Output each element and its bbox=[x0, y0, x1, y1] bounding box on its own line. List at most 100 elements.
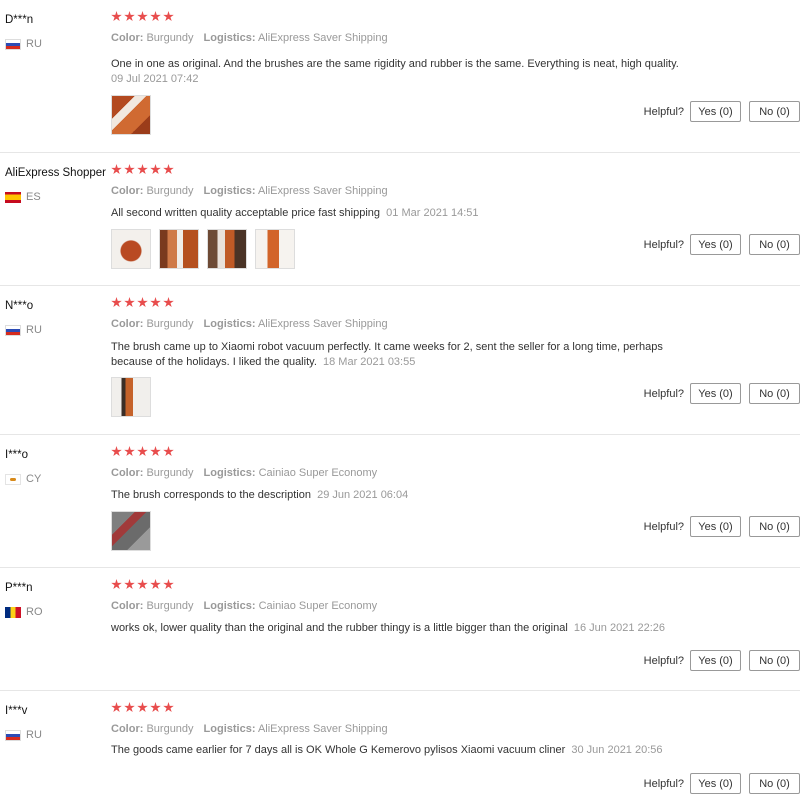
helpful-vote: Helpful? Yes (0) No (0) bbox=[644, 773, 800, 794]
review-sku-info: Color: Burgundy Logistics: AliExpress Sav… bbox=[111, 185, 388, 197]
review-sku-info: Color: Burgundy Logistics: Cainiao Super … bbox=[111, 467, 377, 479]
logistics-label: Logistics: bbox=[203, 185, 256, 197]
helpful-no-button[interactable]: No (0) bbox=[749, 383, 800, 404]
star-icon bbox=[163, 297, 174, 308]
helpful-yes-button[interactable]: Yes (0) bbox=[690, 101, 741, 122]
review-date: 29 Jun 2021 06:04 bbox=[317, 489, 409, 501]
review-date: 09 Jul 2021 07:42 bbox=[111, 73, 199, 85]
review-date: 18 Mar 2021 03:55 bbox=[323, 356, 416, 368]
helpful-no-button[interactable]: No (0) bbox=[749, 650, 800, 671]
star-rating bbox=[111, 11, 174, 22]
review-date: 16 Jun 2021 22:26 bbox=[573, 622, 666, 634]
star-icon bbox=[111, 164, 122, 175]
logistics-label: Logistics: bbox=[203, 32, 256, 44]
star-icon bbox=[124, 446, 135, 457]
review-sku-info: Color: Burgundy Logistics: AliExpress Sav… bbox=[111, 723, 388, 735]
review-photo[interactable] bbox=[111, 95, 151, 135]
helpful-no-button[interactable]: No (0) bbox=[749, 101, 800, 122]
review-photo[interactable] bbox=[207, 229, 247, 269]
star-icon bbox=[150, 702, 161, 713]
helpful-label: Helpful? bbox=[643, 238, 684, 251]
russia-flag-icon bbox=[5, 324, 21, 336]
helpful-no-button[interactable]: No (0) bbox=[749, 516, 800, 537]
star-icon bbox=[124, 297, 135, 308]
reviewer-name: N***o bbox=[5, 300, 34, 312]
helpful-vote: Helpful? Yes (0) No (0) bbox=[644, 234, 800, 255]
star-icon bbox=[163, 164, 174, 175]
review-item: I***o CY Color: Burgundy Logistics: Caini… bbox=[0, 435, 800, 568]
review-photo[interactable] bbox=[111, 229, 151, 269]
star-icon bbox=[111, 446, 122, 457]
color-label: Color: bbox=[111, 600, 144, 612]
helpful-yes-button[interactable]: Yes (0) bbox=[690, 516, 741, 537]
spain-flag-icon bbox=[5, 191, 21, 203]
star-icon bbox=[111, 11, 122, 22]
logistics-label: Logistics: bbox=[203, 467, 256, 479]
logistics-value: Cainiao Super Economy bbox=[258, 467, 378, 479]
star-rating bbox=[111, 297, 174, 308]
review-photo[interactable] bbox=[111, 377, 151, 417]
logistics-value: AliExpress Saver Shipping bbox=[257, 318, 388, 330]
star-icon bbox=[137, 11, 148, 22]
review-body: The brush corresponds to the description bbox=[111, 489, 311, 501]
logistics-value: AliExpress Saver Shipping bbox=[257, 723, 388, 735]
star-icon bbox=[150, 164, 161, 175]
star-icon bbox=[124, 702, 135, 713]
color-label: Color: bbox=[111, 32, 144, 44]
logistics-label: Logistics: bbox=[203, 600, 256, 612]
reviewer-country: RO bbox=[5, 606, 43, 618]
star-icon bbox=[124, 11, 135, 22]
color-value: Burgundy bbox=[146, 318, 194, 330]
star-icon bbox=[137, 164, 148, 175]
star-icon bbox=[137, 702, 148, 713]
color-value: Burgundy bbox=[146, 185, 194, 197]
romania-flag-icon bbox=[5, 606, 21, 618]
logistics-value: AliExpress Saver Shipping bbox=[257, 32, 388, 44]
logistics-value: AliExpress Saver Shipping bbox=[257, 185, 388, 197]
helpful-label: Helpful? bbox=[643, 387, 684, 400]
star-rating bbox=[111, 446, 174, 457]
color-label: Color: bbox=[111, 723, 144, 735]
review-body: All second written quality acceptable pr… bbox=[111, 207, 381, 219]
star-icon bbox=[111, 702, 122, 713]
review-text: The brush corresponds to the description… bbox=[111, 488, 701, 503]
russia-flag-icon bbox=[5, 38, 21, 50]
country-code: CY bbox=[26, 473, 42, 485]
review-sku-info: Color: Burgundy Logistics: Cainiao Super … bbox=[111, 600, 377, 612]
reviewer-name: I***v bbox=[5, 705, 28, 717]
helpful-no-button[interactable]: No (0) bbox=[749, 234, 800, 255]
reviewer-country: RU bbox=[5, 324, 42, 336]
helpful-yes-button[interactable]: Yes (0) bbox=[690, 234, 741, 255]
review-body: works ok, lower quality than the origina… bbox=[111, 622, 568, 634]
color-value: Burgundy bbox=[146, 32, 194, 44]
helpful-label: Helpful? bbox=[643, 105, 684, 118]
review-photo[interactable] bbox=[111, 511, 151, 551]
review-item: AliExpress Shopper ES Color: Burgundy Log… bbox=[0, 153, 800, 286]
reviewer-country: RU bbox=[5, 729, 42, 741]
star-icon bbox=[137, 446, 148, 457]
country-code: RU bbox=[26, 38, 42, 50]
helpful-yes-button[interactable]: Yes (0) bbox=[690, 383, 741, 404]
review-photo[interactable] bbox=[255, 229, 295, 269]
star-rating bbox=[111, 164, 174, 175]
helpful-label: Helpful? bbox=[643, 654, 684, 667]
review-item: I***v RU Color: Burgundy Logistics: AliEx… bbox=[0, 691, 800, 800]
helpful-vote: Helpful? Yes (0) No (0) bbox=[644, 650, 800, 671]
star-rating bbox=[111, 702, 174, 713]
country-code: ES bbox=[26, 191, 41, 203]
review-text: One in one as original. And the brushes … bbox=[111, 57, 701, 87]
country-code: RU bbox=[26, 324, 42, 336]
helpful-label: Helpful? bbox=[643, 520, 684, 533]
helpful-yes-button[interactable]: Yes (0) bbox=[690, 650, 741, 671]
helpful-no-button[interactable]: No (0) bbox=[749, 773, 800, 794]
reviewer-name: P***n bbox=[5, 582, 33, 594]
review-sku-info: Color: Burgundy Logistics: AliExpress Sav… bbox=[111, 318, 388, 330]
reviewer-country: ES bbox=[5, 191, 41, 203]
review-body: One in one as original. And the brushes … bbox=[111, 58, 679, 70]
helpful-yes-button[interactable]: Yes (0) bbox=[690, 773, 741, 794]
cyprus-flag-icon bbox=[5, 473, 21, 485]
color-value: Burgundy bbox=[146, 467, 194, 479]
review-text: works ok, lower quality than the origina… bbox=[111, 621, 751, 636]
review-photo[interactable] bbox=[159, 229, 199, 269]
color-value: Burgundy bbox=[146, 723, 194, 735]
